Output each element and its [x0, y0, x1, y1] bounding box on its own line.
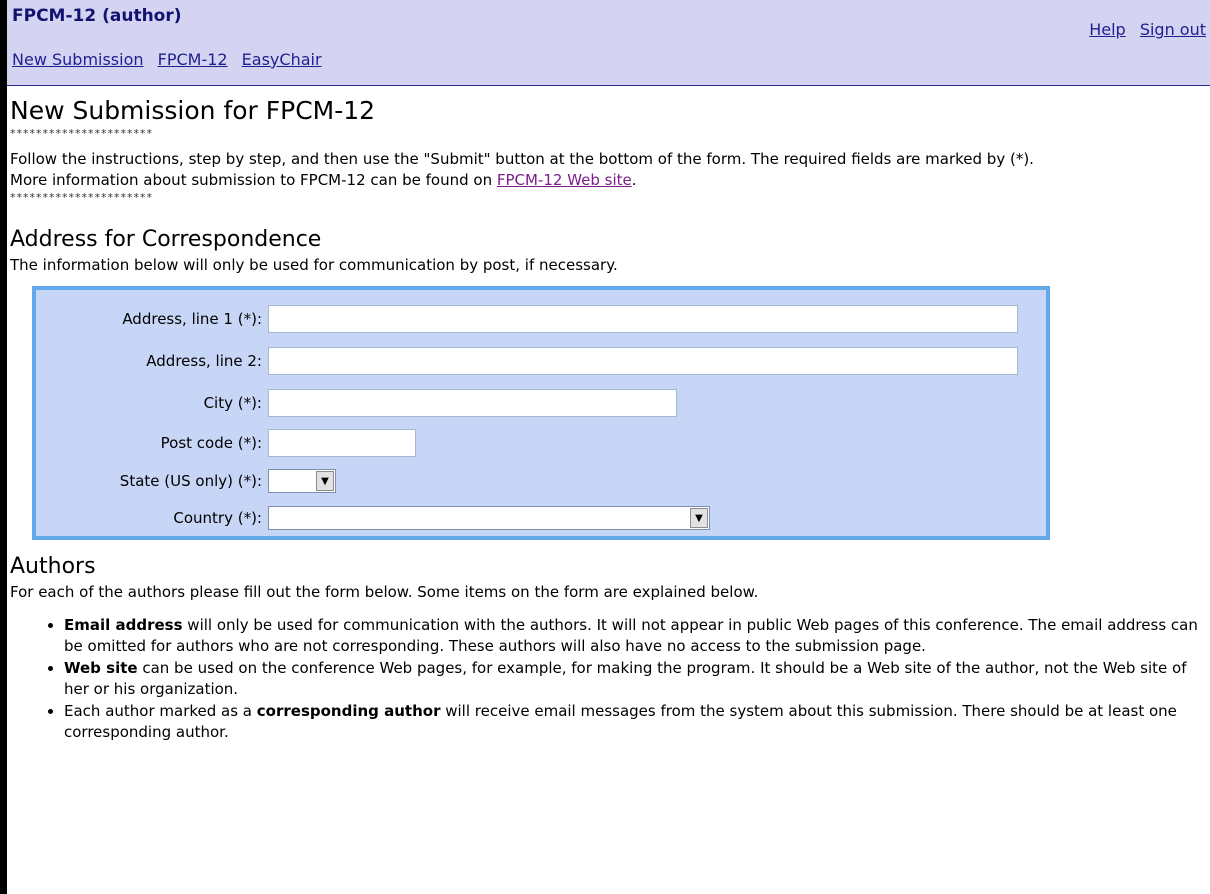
more-info: More information about submission to FPC…	[10, 170, 1210, 191]
list-item: Email address will only be used for comm…	[64, 615, 1210, 657]
chevron-down-icon[interactable]: ▼	[316, 471, 334, 491]
authors-heading: Authors	[10, 554, 96, 579]
page: FPCM-12 (author) New Submission FPCM-12 …	[0, 0, 1210, 894]
main-nav: New Submission FPCM-12 EasyChair	[12, 50, 331, 69]
postcode-label: Post code (*):	[160, 434, 262, 452]
postcode-input[interactable]	[268, 429, 416, 457]
address-heading: Address for Correspondence	[10, 227, 322, 252]
address-line1-input[interactable]	[268, 305, 1018, 333]
sign-out-link[interactable]: Sign out	[1140, 20, 1206, 39]
chevron-down-icon[interactable]: ▼	[690, 508, 708, 528]
app-title: FPCM-12 (author)	[12, 6, 182, 26]
conference-website-link[interactable]: FPCM-12 Web site	[497, 171, 632, 189]
address-line1-label: Address, line 1 (*):	[122, 310, 262, 328]
nav-fpcm-12[interactable]: FPCM-12	[158, 50, 228, 69]
stars-divider-top: **********************	[10, 127, 153, 140]
address-line2-input[interactable]	[268, 347, 1018, 375]
address-line2-label: Address, line 2:	[146, 352, 262, 370]
help-link[interactable]: Help	[1089, 20, 1125, 39]
authors-help-list: Email address will only be used for comm…	[10, 615, 1210, 743]
stars-divider-bottom: **********************	[10, 191, 153, 204]
city-input[interactable]	[268, 389, 677, 417]
list-item-bold: Email address	[64, 616, 183, 634]
list-item-text: can be used on the conference Web pages,…	[64, 659, 1187, 698]
city-row: City (*):	[36, 388, 677, 418]
header-right-links: Help Sign out	[1089, 20, 1206, 39]
country-select[interactable]: ▼	[268, 506, 710, 530]
nav-easychair[interactable]: EasyChair	[242, 50, 322, 69]
nav-new-submission[interactable]: New Submission	[12, 50, 144, 69]
main-content: New Submission for FPCM-12 *************…	[7, 96, 1210, 743]
country-label: Country (*):	[173, 509, 262, 527]
more-info-suffix: .	[631, 171, 637, 189]
postcode-row: Post code (*):	[36, 428, 416, 458]
page-title: New Submission for FPCM-12	[10, 96, 376, 125]
state-row: State (US only) (*): ▼	[36, 466, 336, 496]
list-item-text: will only be used for communication with…	[64, 616, 1198, 655]
address-form: Address, line 1 (*): Address, line 2: Ci…	[32, 286, 1050, 540]
address-note: The information below will only be used …	[10, 256, 618, 274]
list-item-prefix: Each author marked as a	[64, 702, 257, 720]
state-select[interactable]: ▼	[268, 469, 336, 493]
more-info-text: More information about submission to FPC…	[10, 171, 497, 189]
instructions: Follow the instructions, step by step, a…	[10, 150, 1034, 168]
address-line2-row: Address, line 2:	[36, 346, 1018, 376]
state-label: State (US only) (*):	[119, 472, 262, 490]
list-item-bold: corresponding author	[256, 702, 441, 720]
top-bar: FPCM-12 (author) New Submission FPCM-12 …	[7, 0, 1210, 86]
address-line1-row: Address, line 1 (*):	[36, 304, 1018, 334]
country-row: Country (*): ▼	[36, 503, 710, 533]
list-item: Each author marked as a corresponding au…	[64, 701, 1210, 743]
authors-intro: For each of the authors please fill out …	[10, 583, 759, 601]
list-item-bold: Web site	[64, 659, 138, 677]
list-item: Web site can be used on the conference W…	[64, 658, 1210, 700]
city-label: City (*):	[203, 394, 262, 412]
